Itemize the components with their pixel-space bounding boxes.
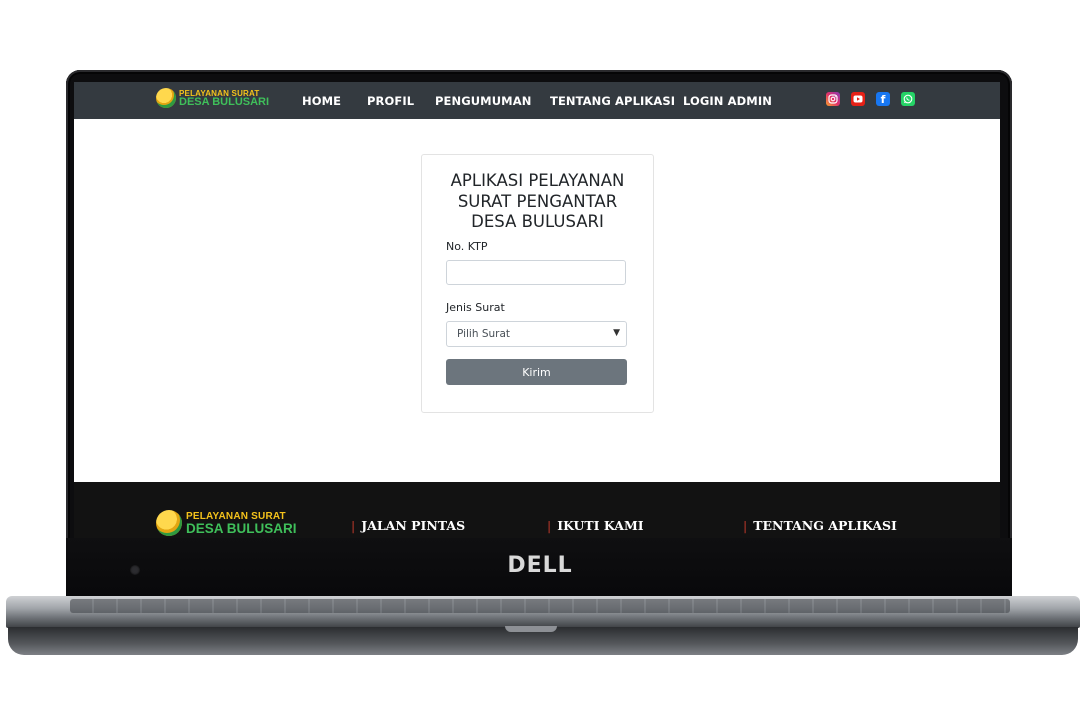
form-title: APLIKASI PELAYANAN SURAT PENGANTAR DESA … <box>422 171 653 233</box>
site-logo[interactable]: PELAYANAN SURAT DESA BULUSARI <box>156 88 269 108</box>
ktp-label: No. KTP <box>446 240 488 253</box>
footer-logo[interactable]: PELAYANAN SURAT DESA BULUSARI <box>156 510 297 536</box>
chevron-down-icon: ▼ <box>613 328 620 338</box>
instagram-icon[interactable] <box>826 92 840 106</box>
nav-profil[interactable]: PROFIL <box>367 94 414 108</box>
nav-pengumuman[interactable]: PENGUMUMAN <box>435 94 531 108</box>
jenis-surat-select[interactable]: Pilih Surat ▼ <box>446 321 627 347</box>
form-title-line: SURAT PENGANTAR <box>457 191 618 211</box>
dell-logo: DELL <box>507 553 573 578</box>
nav-home[interactable]: HOME <box>302 94 341 108</box>
keyboard <box>70 599 1010 613</box>
nav-tentang-aplikasi[interactable]: TENTANG APLIKASI <box>550 94 675 108</box>
jenis-surat-selected: Pilih Surat <box>457 328 511 340</box>
footer-heading-ikuti-kami: | IKUTI KAMI <box>547 518 644 533</box>
form-title-line: DESA BULUSARI <box>471 212 604 231</box>
jenis-surat-label: Jenis Surat <box>446 301 505 314</box>
camera-icon <box>130 565 140 575</box>
footer-heading-jalan-pintas: | JALAN PINTAS <box>351 518 466 533</box>
browser-screen: PELAYANAN SURAT DESA BULUSARI HOME PROFI… <box>74 82 1000 538</box>
form-title-line: APLIKASI PELAYANAN <box>450 171 625 190</box>
facebook-icon[interactable]: f <box>876 92 890 106</box>
kirim-button[interactable]: Kirim <box>446 359 627 385</box>
lid-notch <box>505 626 557 632</box>
nav-login-admin[interactable]: LOGIN ADMIN <box>683 94 772 108</box>
service-form-card: APLIKASI PELAYANAN SURAT PENGANTAR DESA … <box>421 154 654 413</box>
logo-emblem-icon <box>156 88 176 108</box>
youtube-icon[interactable] <box>851 92 865 106</box>
footer-heading-tentang-aplikasi: | TENTANG APLIKASI <box>743 518 897 533</box>
navbar: PELAYANAN SURAT DESA BULUSARI HOME PROFI… <box>74 82 1000 119</box>
footer-logo-line2: DESA BULUSARI <box>186 521 297 536</box>
footer: PELAYANAN SURAT DESA BULUSARI | JALAN PIN… <box>74 482 1000 538</box>
ktp-input[interactable] <box>446 260 626 285</box>
logo-emblem-icon <box>156 510 182 536</box>
whatsapp-icon[interactable] <box>901 92 915 106</box>
logo-line2: DESA BULUSARI <box>179 96 270 108</box>
